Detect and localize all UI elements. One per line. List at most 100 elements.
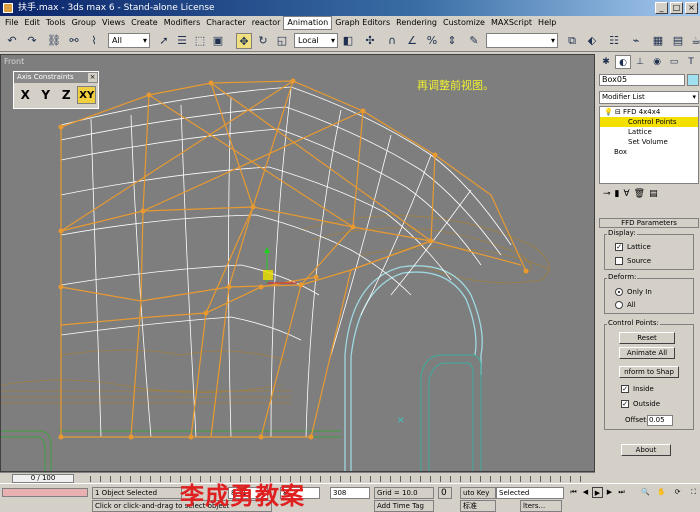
menu-rendering[interactable]: Rendering (393, 16, 440, 30)
redo-icon[interactable]: ↷ (24, 33, 40, 49)
pan-icon[interactable]: ✋ (656, 487, 667, 498)
menu-help[interactable]: Help (535, 16, 559, 30)
next-frame-icon[interactable]: ▶ (604, 487, 615, 498)
add-time-tag[interactable]: Add Time Tag (374, 500, 434, 512)
inside-checkbox[interactable]: ✓ Inside (621, 385, 654, 393)
pin-stack-icon[interactable]: ⊸ (603, 186, 611, 202)
front-viewport[interactable]: ✕ Front 再调整前视图。 Axis Constraints × X Y Z… (0, 54, 595, 472)
conform-to-shape-button[interactable]: nform to Shap (619, 366, 679, 378)
menu-maxscript[interactable]: MAXScript (488, 16, 535, 30)
lattice-checkbox[interactable]: ✓ Lattice (615, 243, 651, 251)
maxscript-listener[interactable] (2, 488, 88, 497)
hierarchy-tab-icon[interactable]: ⊥ (632, 55, 648, 69)
curve-editor-icon[interactable]: ⌁ (628, 33, 644, 49)
show-end-result-icon[interactable]: ▮ (615, 186, 620, 202)
select-and-scale-icon[interactable]: ◱ (274, 33, 290, 49)
motion-tab-icon[interactable]: ◉ (649, 55, 665, 69)
reference-coordinate-dropdown[interactable]: Local (294, 33, 338, 48)
menu-reactor[interactable]: reactor (249, 16, 284, 30)
zoom-icon[interactable]: 🔍 (640, 487, 651, 498)
close-icon[interactable]: × (685, 2, 698, 14)
menu-animation[interactable]: Animation (283, 16, 333, 30)
menu-edit[interactable]: Edit (21, 16, 43, 30)
rectangular-selection-icon[interactable]: ⬚ (192, 33, 208, 49)
stack-item-box[interactable]: Box (600, 147, 698, 157)
layer-manager-icon[interactable]: ☷ (606, 33, 622, 49)
reset-button[interactable]: Reset (619, 332, 675, 344)
unlink-icon[interactable]: ⚯ (66, 33, 82, 49)
menu-customize[interactable]: Customize (440, 16, 488, 30)
go-to-end-icon[interactable]: ⏭ (616, 487, 627, 498)
select-by-name-icon[interactable]: ☰ (174, 33, 190, 49)
pivot-center-icon[interactable]: ◧ (340, 33, 356, 49)
window-crossing-icon[interactable]: ▣ (210, 33, 226, 49)
create-tab-icon[interactable]: ✱ (598, 55, 614, 69)
stack-item-ffd[interactable]: 💡 ⊟ FFD 4x4x4 (600, 107, 698, 117)
close-icon[interactable]: × (88, 73, 97, 82)
utilities-tab-icon[interactable]: T (683, 55, 699, 69)
material-editor-icon[interactable]: ▦ (650, 33, 666, 49)
quick-render-icon[interactable]: ☕ (688, 33, 700, 49)
only-in-radio[interactable]: Only In (615, 288, 652, 296)
make-unique-icon[interactable]: ∀ (624, 186, 630, 202)
about-button[interactable]: About (621, 444, 671, 456)
auto-key-button[interactable]: uto Key (460, 487, 496, 499)
remove-modifier-icon[interactable]: 🗑 (634, 186, 645, 202)
outside-checkbox[interactable]: ✓ Outside (621, 400, 660, 408)
mirror-icon[interactable]: ⧉ (564, 33, 580, 49)
menu-views[interactable]: Views (99, 16, 128, 30)
maximize-icon[interactable]: □ (670, 2, 683, 14)
object-color-swatch[interactable] (687, 74, 699, 86)
key-filters-button[interactable]: lters... (520, 500, 562, 512)
maximize-viewport-icon[interactable]: ⛶ (688, 487, 699, 498)
offset-spinner[interactable]: 0.05 (647, 415, 673, 426)
named-selection-icon[interactable]: ✎ (466, 33, 482, 49)
stack-item-set-volume[interactable]: Set Volume (600, 137, 698, 147)
animate-all-button[interactable]: Animate All (619, 347, 675, 359)
stack-item-lattice[interactable]: Lattice (600, 127, 698, 137)
ffd-control-points[interactable] (58, 78, 529, 440)
spinner-snap-icon[interactable]: ⇕ (444, 33, 460, 49)
menu-graph-editors[interactable]: Graph Editors (332, 16, 393, 30)
stack-item-control-points[interactable]: Control Points (600, 117, 698, 127)
display-tab-icon[interactable]: ▭ (666, 55, 682, 69)
undo-icon[interactable]: ↶ (4, 33, 20, 49)
menu-character[interactable]: Character (203, 16, 249, 30)
arc-rotate-icon[interactable]: ⟳ (672, 487, 683, 498)
time-slider[interactable]: 0 / 100 (12, 474, 74, 483)
snaps-toggle-icon[interactable]: ∩ (384, 33, 400, 49)
app-icon[interactable] (3, 3, 13, 13)
z-coordinate-field[interactable]: 308 (330, 487, 370, 499)
play-icon[interactable]: ▶ (592, 487, 603, 498)
key-mode-dropdown[interactable]: Selected (496, 487, 564, 499)
modifier-list-dropdown[interactable]: Modifier List (599, 91, 699, 104)
select-and-move-icon[interactable]: ✥ (236, 33, 252, 49)
object-name-field[interactable]: Box05 (599, 74, 685, 86)
all-radio[interactable]: All (615, 301, 636, 309)
modify-tab-icon[interactable]: ◐ (615, 55, 631, 69)
previous-frame-icon[interactable]: ◀ (580, 487, 591, 498)
menu-tools[interactable]: Tools (43, 16, 69, 30)
source-checkbox[interactable]: Source (615, 257, 651, 265)
select-and-rotate-icon[interactable]: ↻ (255, 33, 271, 49)
configure-sets-icon[interactable]: ▤ (649, 186, 658, 202)
menu-file[interactable]: File (2, 16, 21, 30)
menu-group[interactable]: Group (69, 16, 99, 30)
axis-z-button[interactable]: Z (57, 86, 75, 104)
percent-snap-icon[interactable]: % (424, 33, 440, 49)
set-key-button[interactable]: 标准 (460, 500, 496, 512)
select-and-manipulate-icon[interactable]: ✣ (362, 33, 378, 49)
select-object-icon[interactable]: ➚ (156, 33, 172, 49)
named-selection-sets-dropdown[interactable] (486, 33, 558, 48)
key-icon[interactable]: 0 (438, 487, 452, 499)
render-scene-icon[interactable]: ▤ (670, 33, 686, 49)
align-icon[interactable]: ⬖ (584, 33, 600, 49)
angle-snap-icon[interactable]: ∠ (404, 33, 420, 49)
menu-modifiers[interactable]: Modifiers (161, 16, 204, 30)
ffd-parameters-rollout[interactable]: FFD Parameters (599, 218, 699, 228)
viewport-label[interactable]: Front (4, 57, 24, 66)
go-to-start-icon[interactable]: ⏮ (568, 487, 579, 498)
minimize-icon[interactable]: _ (655, 2, 668, 14)
axis-xy-button[interactable]: XY (77, 86, 96, 104)
menu-create[interactable]: Create (128, 16, 161, 30)
